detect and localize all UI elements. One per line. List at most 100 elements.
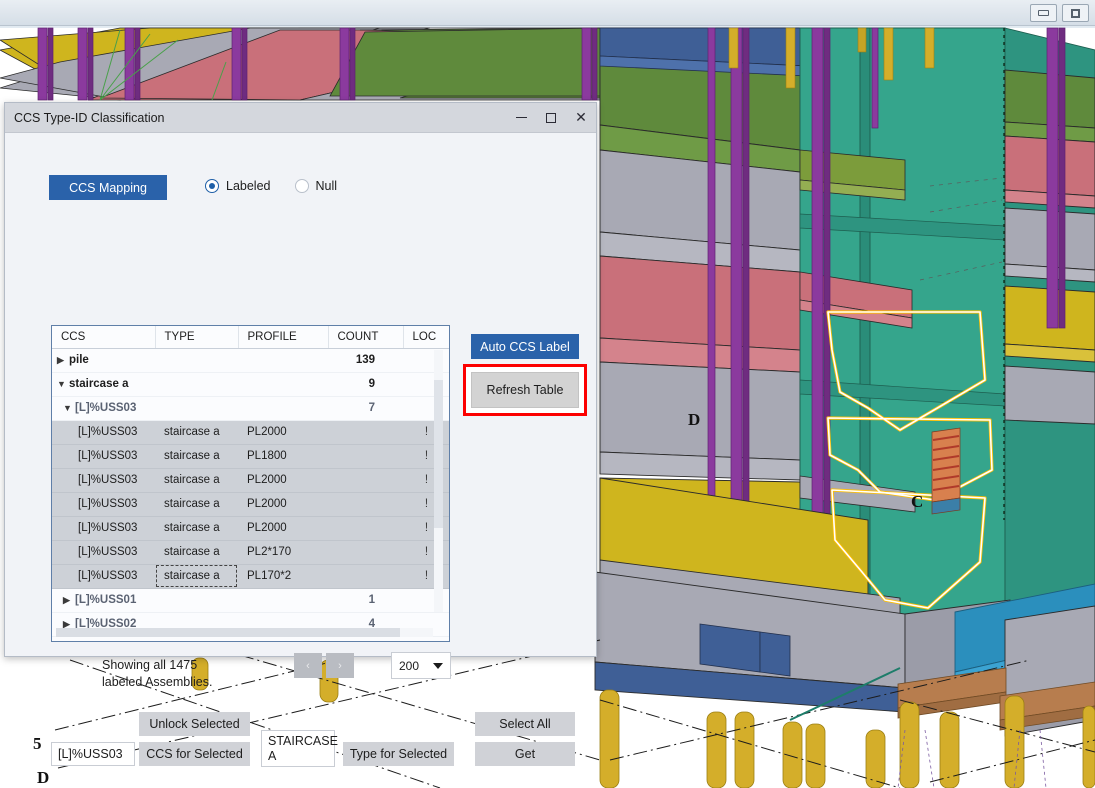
cell-ccs: [L]%USS03 — [52, 492, 155, 517]
cell-type: staircase a — [155, 564, 238, 589]
table-header-row: CCS TYPE PROFILE COUNT LOC — [52, 326, 449, 349]
window-controls — [1030, 4, 1089, 22]
type-value-input[interactable]: STAIRCASE A — [261, 730, 338, 767]
cell-type: staircase a — [155, 492, 238, 517]
cell-type: staircase a — [155, 468, 238, 493]
cell-type: staircase a — [155, 540, 238, 565]
showing-status: Showing all 1475 labeled Assemblies. — [102, 657, 252, 691]
app-titlebar — [0, 0, 1095, 26]
chevron-down-icon — [433, 662, 443, 669]
prev-page-button[interactable]: ‹ — [294, 653, 322, 678]
radio-null[interactable]: Null — [294, 179, 338, 193]
cell-count: 1 — [328, 588, 403, 613]
cell-count — [328, 420, 403, 445]
table-vertical-scrollbar[interactable] — [434, 350, 443, 612]
page-size-select[interactable]: 200 — [391, 652, 451, 679]
cell-profile — [238, 588, 328, 613]
grid-label: C — [911, 492, 924, 511]
auto-ccs-label-button[interactable]: Auto CCS Label — [471, 334, 579, 359]
table-row[interactable]: [L]%USS03 staircase a PL2000! — [52, 516, 449, 541]
grid-label: D — [688, 410, 701, 429]
table-horizontal-scrollbar[interactable] — [56, 628, 433, 637]
pagination-controls[interactable]: ‹ › — [294, 653, 354, 678]
showing-line-1: Showing all 1475 — [102, 658, 198, 672]
cell-type — [155, 372, 238, 397]
ccs-for-selected-button[interactable]: CCS for Selected — [139, 742, 250, 766]
select-all-button[interactable]: Select All — [475, 712, 575, 736]
table-row[interactable]: [L]%USS03 staircase a PL170*2! — [52, 564, 449, 589]
column-header-ccs[interactable]: CCS — [52, 326, 156, 349]
cell-ccs: ▶ [L]%USS01 — [52, 588, 155, 613]
cell-profile — [238, 372, 328, 397]
grid-label: D — [37, 768, 50, 787]
cell-count: 9 — [328, 372, 403, 397]
unlock-selected-button[interactable]: Unlock Selected — [139, 712, 250, 736]
assemblies-table[interactable]: CCS TYPE PROFILE COUNT LOC ▶ pile 139 ▼ stai… — [51, 325, 450, 642]
chevron-right-icon[interactable]: ▶ — [63, 595, 75, 606]
scrollbar-thumb[interactable] — [56, 628, 400, 637]
scrollbar-thumb[interactable] — [434, 380, 443, 528]
refresh-table-button[interactable]: Refresh Table — [471, 372, 579, 408]
cell-count: 7 — [328, 396, 403, 421]
cell-ccs: [L]%USS03 — [52, 468, 155, 493]
radio-labeled[interactable]: Labeled — [205, 179, 271, 193]
dialog-body: CCS Mapping Labeled Null Auto CCS Label … — [5, 133, 596, 767]
maximize-icon[interactable] — [536, 103, 566, 132]
column-header-profile[interactable]: PROFILE — [238, 326, 329, 349]
type-for-selected-button[interactable]: Type for Selected — [343, 742, 454, 766]
radio-null-label: Null — [315, 179, 338, 193]
table-row[interactable]: [L]%USS03 staircase a PL1800! — [52, 444, 449, 469]
cell-ccs: [L]%USS03 — [52, 516, 155, 541]
cell-ccs: ▼ [L]%USS03 — [52, 396, 155, 421]
ccs-mapping-button[interactable]: CCS Mapping — [49, 175, 167, 200]
column-header-loc[interactable]: LOC — [403, 326, 449, 349]
chevron-right-icon[interactable]: ▶ — [57, 355, 69, 366]
table-row[interactable]: ▼ [L]%USS03 7 — [52, 396, 449, 421]
minimize-icon[interactable] — [1030, 4, 1057, 22]
table-row[interactable]: ▶ [L]%USS01 1 — [52, 588, 449, 613]
get-button[interactable]: Get — [475, 742, 575, 766]
column-header-type[interactable]: TYPE — [155, 326, 239, 349]
table-row[interactable]: [L]%USS03 staircase a PL2*170! — [52, 540, 449, 565]
table-row[interactable]: ▶ pile 139 — [52, 348, 449, 373]
cell-type — [155, 348, 238, 373]
table-row[interactable]: [L]%USS03 staircase a PL2000! — [52, 468, 449, 493]
cell-count — [328, 468, 403, 493]
table-row[interactable]: [L]%USS03 staircase a PL2000! — [52, 420, 449, 445]
cell-count — [328, 564, 403, 589]
restore-icon[interactable] — [1062, 4, 1089, 22]
cell-count — [328, 492, 403, 517]
label-filter-radio-group[interactable]: Labeled Null — [205, 179, 337, 193]
chevron-down-icon[interactable]: ▼ — [63, 403, 75, 413]
grid-label: 5 — [33, 734, 42, 753]
cell-profile — [238, 348, 328, 373]
ccs-classification-dialog[interactable]: CCS Type-ID Classification ✕ CCS Mapping… — [4, 102, 597, 767]
cell-profile: PL2000 — [238, 420, 328, 445]
cell-profile: PL2000 — [238, 468, 328, 493]
dialog-title: CCS Type-ID Classification — [14, 110, 165, 125]
radio-dot-icon — [294, 179, 309, 193]
cell-count — [328, 516, 403, 541]
cell-profile: PL2000 — [238, 492, 328, 517]
cell-profile: PL2*170 — [238, 540, 328, 565]
dialog-titlebar[interactable]: CCS Type-ID Classification ✕ — [5, 103, 596, 133]
cell-profile: PL170*2 — [238, 564, 328, 589]
table-row[interactable]: ▼ staircase a 9 — [52, 372, 449, 397]
cell-ccs: ▼ staircase a — [52, 372, 155, 397]
page-size-value: 200 — [399, 658, 420, 673]
cell-type — [155, 396, 238, 421]
column-header-count[interactable]: COUNT — [328, 326, 404, 349]
radio-labeled-label: Labeled — [226, 179, 271, 193]
close-icon[interactable]: ✕ — [566, 103, 596, 132]
cell-ccs: [L]%USS03 — [52, 564, 155, 589]
chevron-down-icon[interactable]: ▼ — [57, 379, 69, 389]
minimize-icon[interactable] — [506, 103, 536, 132]
cell-count — [328, 540, 403, 565]
table-row[interactable]: [L]%USS03 staircase a PL2000! — [52, 492, 449, 517]
ccs-value-input[interactable]: [L]%USS03 — [51, 742, 135, 766]
cell-profile — [238, 396, 328, 421]
cell-ccs: [L]%USS03 — [52, 420, 155, 445]
next-page-button[interactable]: › — [326, 653, 354, 678]
cell-type: staircase a — [155, 420, 238, 445]
cell-type — [155, 588, 238, 613]
